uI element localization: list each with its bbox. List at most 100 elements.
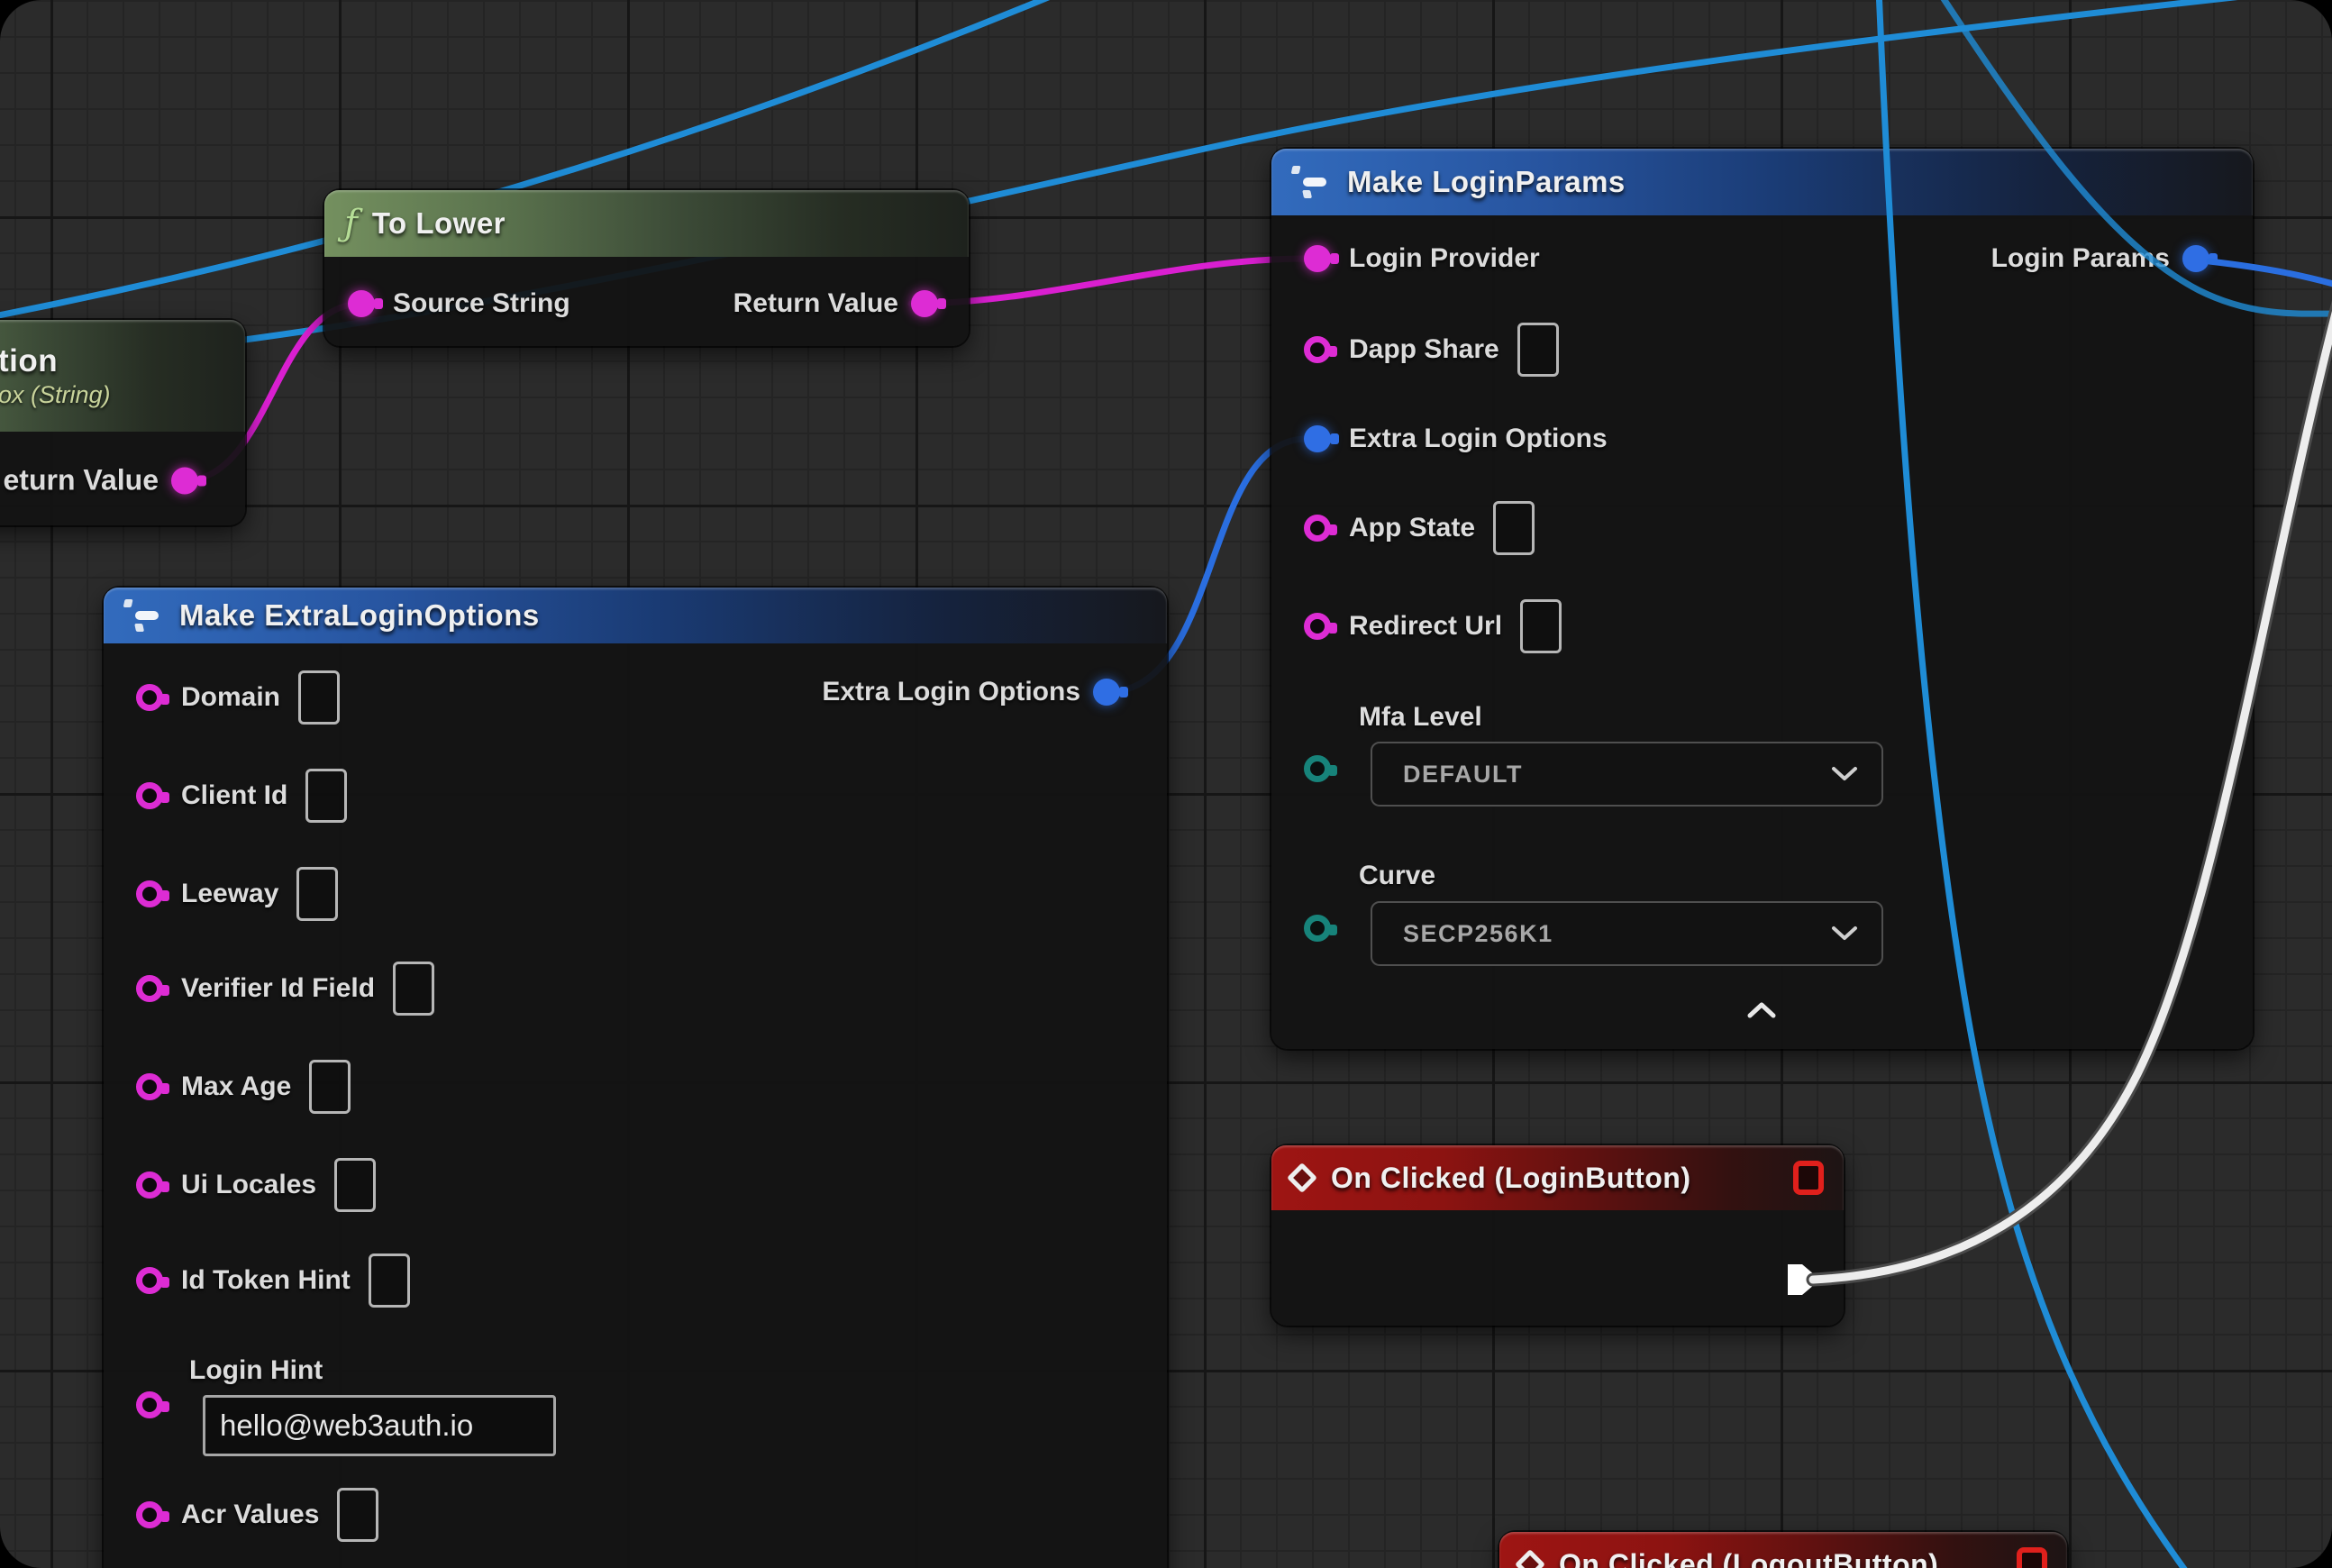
pin-row-dapp-share: Dapp Share xyxy=(1304,323,1559,377)
extra-login-options-out-pin[interactable] xyxy=(1093,679,1120,706)
node-on-clicked-login-button[interactable]: On Clicked (LoginButton) xyxy=(1271,1145,1844,1326)
client-id-label: Client Id xyxy=(181,780,287,811)
pin-row-return-value: Return Value xyxy=(733,288,938,319)
login-hint-input[interactable] xyxy=(203,1395,556,1456)
client-id-value-box[interactable] xyxy=(305,769,347,823)
acr-values-label: Acr Values xyxy=(181,1500,319,1530)
redirect-url-label: Redirect Url xyxy=(1349,611,1502,642)
chevron-down-icon xyxy=(1831,925,1858,942)
app-state-pin[interactable] xyxy=(1304,515,1331,542)
node-on-clicked-login-button-title: On Clicked (LoginButton) xyxy=(1331,1162,1691,1195)
node-make-extra-login-options[interactable]: Make ExtraLoginOptions Extra Login Optio… xyxy=(104,588,1167,1568)
login-provider-pin[interactable] xyxy=(1304,245,1331,272)
pin-row-extra-login-options-out: Extra Login Options xyxy=(822,677,1120,707)
pin-row-login-params-out: Login Params xyxy=(1991,243,2209,274)
mfa-level-pin[interactable] xyxy=(1304,755,1331,782)
ui-locales-pin[interactable] xyxy=(136,1171,163,1199)
node-on-clicked-logout-button-header: On Clicked (LogoutButton) xyxy=(1499,1532,2067,1568)
pin-row-leeway: Leeway xyxy=(136,867,338,921)
node-partial-function-title: tion xyxy=(0,343,58,379)
curve-dropdown[interactable]: SECP256K1 xyxy=(1371,901,1883,966)
node-on-clicked-logout-button-title: On Clicked (LogoutButton) xyxy=(1559,1548,1938,1568)
max-age-label: Max Age xyxy=(181,1071,291,1102)
node-to-lower-header: ƒ To Lower xyxy=(324,190,969,257)
function-icon: ƒ xyxy=(344,205,358,242)
partial-return-value-pin[interactable] xyxy=(171,467,198,494)
partial-return-value-label: eturn Value xyxy=(4,464,159,497)
pin-row-login-provider: Login Provider xyxy=(1304,243,1540,274)
extra-login-options-out-label: Extra Login Options xyxy=(822,677,1080,707)
dapp-share-value-box[interactable] xyxy=(1517,323,1559,377)
max-age-pin[interactable] xyxy=(136,1073,163,1100)
verifier-id-field-value-box[interactable] xyxy=(393,962,434,1016)
node-to-lower[interactable]: ƒ To Lower Source String Return Value xyxy=(324,190,969,346)
extra-login-options-in-pin[interactable] xyxy=(1304,425,1331,452)
pin-row-domain: Domain xyxy=(136,670,340,725)
source-string-pin[interactable] xyxy=(348,290,375,317)
login-params-out-pin[interactable] xyxy=(2182,245,2209,272)
pin-row-client-id: Client Id xyxy=(136,769,347,823)
redirect-url-pin[interactable] xyxy=(1304,613,1331,640)
domain-value-box[interactable] xyxy=(298,670,340,725)
ui-locales-value-box[interactable] xyxy=(334,1158,376,1212)
chevron-down-icon xyxy=(1831,766,1858,782)
mfa-level-label: Mfa Level xyxy=(1359,702,1482,733)
pin-row-app-state: App State xyxy=(1304,501,1535,555)
source-string-label: Source String xyxy=(393,288,570,319)
pin-row-max-age: Max Age xyxy=(136,1060,351,1114)
event-diamond-icon xyxy=(1515,1549,1545,1568)
acr-values-pin[interactable] xyxy=(136,1501,163,1528)
login-provider-label: Login Provider xyxy=(1349,243,1540,274)
id-token-hint-label: Id Token Hint xyxy=(181,1265,351,1296)
pin-row-ui-locales: Ui Locales xyxy=(136,1158,376,1212)
blueprint-graph-canvas[interactable]: tion ox (String) eturn Value ƒ To Lower … xyxy=(0,0,2332,1568)
extra-login-options-in-label: Extra Login Options xyxy=(1349,424,1608,454)
node-partial-function-subtitle: ox (String) xyxy=(0,381,111,409)
curve-label: Curve xyxy=(1359,861,1435,891)
leeway-label: Leeway xyxy=(181,879,278,909)
login-params-out-label: Login Params xyxy=(1991,243,2170,274)
client-id-pin[interactable] xyxy=(136,782,163,809)
make-struct-icon xyxy=(123,597,165,634)
node-make-login-params-title: Make LoginParams xyxy=(1347,165,1626,199)
max-age-value-box[interactable] xyxy=(309,1060,351,1114)
node-to-lower-title: To Lower xyxy=(372,206,506,241)
login-hint-pin[interactable] xyxy=(136,1391,163,1418)
mfa-level-dropdown[interactable]: DEFAULT xyxy=(1371,742,1883,807)
chevron-up-icon xyxy=(1746,1001,1777,1019)
domain-pin[interactable] xyxy=(136,684,163,711)
pin-row-partial-return-value: eturn Value xyxy=(4,464,199,497)
acr-values-value-box[interactable] xyxy=(337,1488,378,1542)
collapse-node-chevron[interactable] xyxy=(1746,1001,1777,1024)
event-diamond-icon xyxy=(1287,1162,1317,1193)
pin-row-extra-login-options-in: Extra Login Options xyxy=(1304,424,1608,454)
redirect-url-value-box[interactable] xyxy=(1520,599,1562,653)
node-make-extra-login-options-header: Make ExtraLoginOptions xyxy=(104,588,1167,643)
id-token-hint-value-box[interactable] xyxy=(369,1253,410,1308)
wire-tolower-to-login-provider xyxy=(911,259,1307,304)
return-value-label: Return Value xyxy=(733,288,898,319)
curve-pin[interactable] xyxy=(1304,915,1331,942)
return-value-pin[interactable] xyxy=(911,290,938,317)
bound-event-red-square-icon xyxy=(2017,1547,2047,1568)
leeway-value-box[interactable] xyxy=(296,867,338,921)
exec-output-pin[interactable] xyxy=(1788,1261,1822,1303)
make-struct-icon xyxy=(1291,164,1333,200)
id-token-hint-pin[interactable] xyxy=(136,1267,163,1294)
pin-row-verifier-id-field: Verifier Id Field xyxy=(136,962,434,1016)
login-hint-label: Login Hint xyxy=(189,1355,323,1386)
verifier-id-field-pin[interactable] xyxy=(136,975,163,1002)
dapp-share-label: Dapp Share xyxy=(1349,334,1499,365)
node-make-extra-login-options-title: Make ExtraLoginOptions xyxy=(179,598,540,633)
node-make-login-params[interactable]: Make LoginParams Login Provider Login Pa… xyxy=(1271,149,2253,1049)
pin-row-id-token-hint: Id Token Hint xyxy=(136,1253,410,1308)
verifier-id-field-label: Verifier Id Field xyxy=(181,973,375,1004)
dapp-share-pin[interactable] xyxy=(1304,336,1331,363)
node-on-clicked-logout-button[interactable]: On Clicked (LogoutButton) xyxy=(1499,1532,2067,1568)
node-partial-function-header: tion ox (String) xyxy=(0,320,245,432)
domain-label: Domain xyxy=(181,682,280,713)
leeway-pin[interactable] xyxy=(136,880,163,907)
pin-row-source-string: Source String xyxy=(348,288,570,319)
node-partial-function[interactable]: tion ox (String) eturn Value xyxy=(0,320,245,525)
app-state-value-box[interactable] xyxy=(1493,501,1535,555)
